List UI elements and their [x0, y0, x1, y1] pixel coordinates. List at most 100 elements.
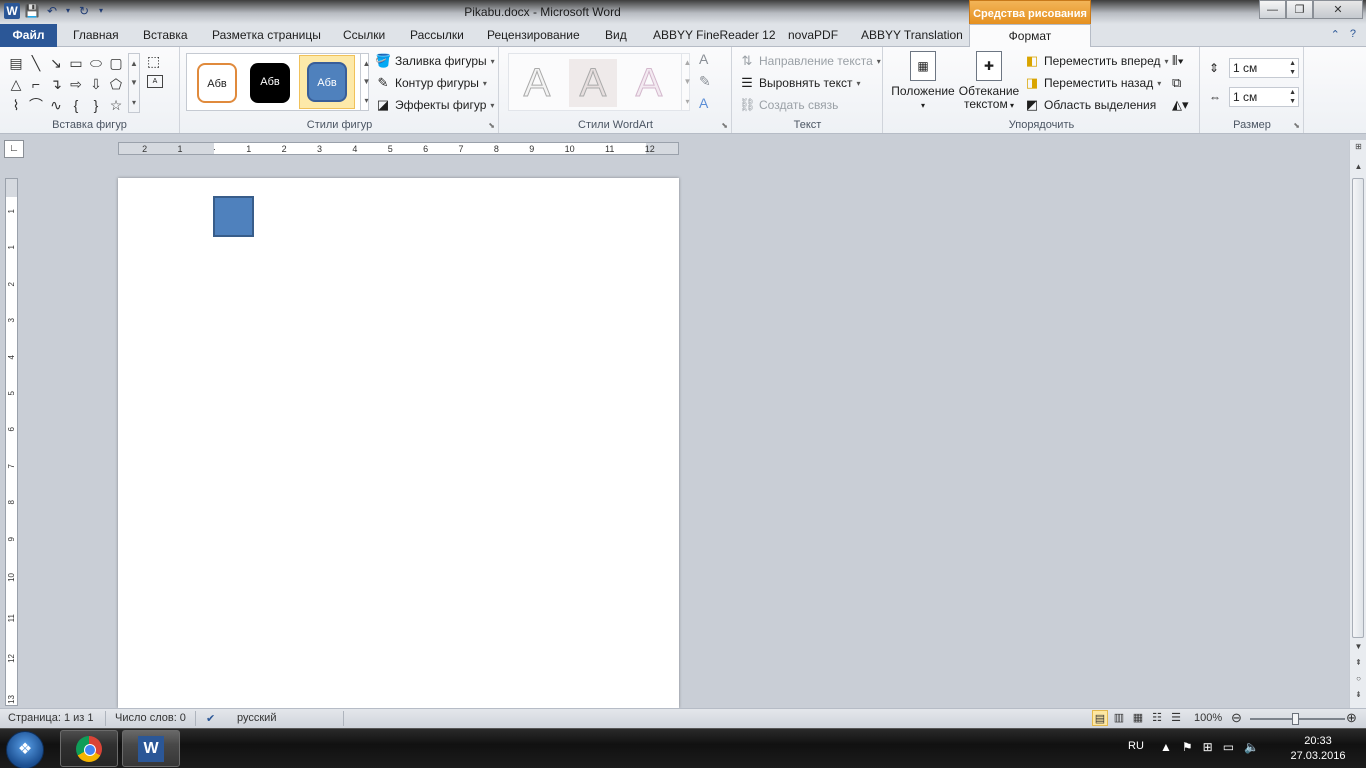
scrollbar-thumb[interactable]: [1352, 178, 1364, 638]
tab-page-layout[interactable]: Разметка страницы: [212, 28, 321, 42]
spinner-icon[interactable]: ▲ ▼: [1289, 88, 1296, 106]
tab-references[interactable]: Ссылки: [343, 28, 385, 42]
draft-view-icon[interactable]: ☰: [1168, 710, 1184, 726]
tab-novapdf[interactable]: novaPDF: [788, 28, 838, 42]
bring-forward-button[interactable]: ◧ Переместить вперед ▾: [1024, 53, 1169, 69]
group-icon[interactable]: ⧉: [1172, 75, 1181, 91]
shape-style-orange-outline[interactable]: Абв: [197, 63, 237, 103]
vertical-ruler[interactable]: 1 1 2 3 4 5 6 7 8 9 10 11 12 13: [5, 178, 18, 706]
tab-home[interactable]: Главная: [73, 28, 119, 42]
tab-insert[interactable]: Вставка: [143, 28, 188, 42]
wordart-style-1[interactable]: A: [513, 59, 561, 107]
shape-outline-button[interactable]: ✎ Контур фигуры ▾: [375, 75, 487, 91]
line-shape-icon[interactable]: ╲: [26, 53, 46, 74]
tab-file[interactable]: Файл: [0, 24, 57, 47]
language[interactable]: русский: [237, 712, 276, 724]
draw-textbox-icon[interactable]: A: [147, 75, 163, 88]
web-layout-icon[interactable]: ▦: [1130, 710, 1146, 726]
wordart-style-3[interactable]: A: [625, 59, 673, 107]
taskbar-word[interactable]: W: [122, 730, 180, 767]
down-arrow-shape-icon[interactable]: ⇩: [86, 74, 106, 95]
tab-selector[interactable]: ∟: [4, 140, 24, 158]
tab-format[interactable]: Формат: [969, 24, 1091, 48]
spinner-icon[interactable]: ▲ ▼: [1289, 59, 1296, 77]
minimize-button[interactable]: —: [1259, 0, 1286, 19]
shape-style-selected[interactable]: Абв: [299, 55, 355, 109]
text-outline-icon[interactable]: ✎: [699, 73, 711, 90]
blue-square-shape[interactable]: [213, 196, 254, 237]
spelling-check-icon[interactable]: ✔: [206, 712, 215, 725]
zoom-out-icon[interactable]: ⊖: [1231, 710, 1242, 726]
text-fill-icon[interactable]: A: [699, 51, 708, 67]
position-button[interactable]: ▦ Положение ▾: [890, 51, 956, 112]
edit-shape-icon[interactable]: ⬚: [147, 53, 160, 70]
vertical-scrollbar[interactable]: ⊞ ▲ ▼ ⇞ ○ ⇟: [1349, 140, 1366, 708]
tab-mailings[interactable]: Рассылки: [410, 28, 464, 42]
elbow-arrow-shape-icon[interactable]: ↴: [46, 74, 66, 95]
view-ruler-icon[interactable]: ⊞: [1352, 142, 1365, 151]
outline-view-icon[interactable]: ☷: [1149, 710, 1165, 726]
align-text-button[interactable]: ☰ Выровнять текст ▾: [739, 75, 860, 91]
taskbar-chrome[interactable]: [60, 730, 118, 767]
shape-height-input[interactable]: 1 см ▲ ▼: [1229, 58, 1299, 78]
textbox-shape-icon[interactable]: ▤: [6, 53, 26, 74]
align-icon[interactable]: ⫴▾: [1172, 53, 1184, 69]
shape-width-input[interactable]: 1 см ▲ ▼: [1229, 87, 1299, 107]
minimize-ribbon-icon[interactable]: ⌃: [1331, 28, 1340, 41]
wrap-text-button[interactable]: ✚ Обтекание текстом ▾: [956, 51, 1022, 112]
tab-view[interactable]: Вид: [605, 28, 627, 42]
zoom-level[interactable]: 100%: [1194, 712, 1222, 724]
selection-pane-button[interactable]: ◩ Область выделения: [1024, 97, 1156, 113]
next-page-icon[interactable]: ⇟: [1352, 690, 1365, 699]
windows-icon[interactable]: ⊞: [1203, 740, 1213, 754]
help-icon[interactable]: ?: [1350, 28, 1356, 41]
shape-effects-button[interactable]: ◪ Эффекты фигур ▾: [375, 97, 495, 113]
dialog-launcher-icon[interactable]: ⬊: [488, 121, 495, 130]
curve-shape-icon[interactable]: ⌒: [26, 95, 46, 116]
text-effects-icon[interactable]: A: [699, 95, 708, 111]
right-arrow-shape-icon[interactable]: ⇨: [66, 74, 86, 95]
rotate-icon[interactable]: ◭▾: [1172, 97, 1189, 113]
wordart-style-2[interactable]: A: [569, 59, 617, 107]
star-shape-icon[interactable]: ☆: [106, 95, 126, 116]
page-count[interactable]: Страница: 1 из 1: [8, 712, 94, 724]
word-count[interactable]: Число слов: 0: [115, 712, 186, 724]
oval-shape-icon[interactable]: ⬭: [86, 53, 106, 74]
tab-abbyy-finereader[interactable]: ABBYY FineReader 12: [653, 28, 776, 42]
document-page[interactable]: [118, 178, 679, 708]
rounded-rectangle-shape-icon[interactable]: ▢: [106, 53, 126, 74]
scroll-down-icon[interactable]: ▼: [1352, 642, 1365, 651]
horizontal-ruler[interactable]: 2 1 · 1 2 3 4 5 6 7 8 9 10 11 12: [118, 142, 679, 155]
scribble-shape-icon[interactable]: ∿: [46, 95, 66, 116]
scroll-up-icon[interactable]: ▲: [1352, 162, 1365, 171]
dialog-launcher-icon[interactable]: ⬊: [1293, 121, 1300, 130]
dialog-launcher-icon[interactable]: ⬊: [721, 121, 728, 130]
send-backward-button[interactable]: ◨ Переместить назад ▾: [1024, 75, 1161, 91]
network-icon[interactable]: ▭: [1223, 740, 1234, 754]
tab-review[interactable]: Рецензирование: [487, 28, 580, 42]
rectangle-shape-icon[interactable]: ▭: [66, 53, 86, 74]
right-brace-shape-icon[interactable]: }: [86, 95, 106, 116]
wordart-gallery-scroll[interactable]: ▲ ▼ ▾: [681, 53, 693, 111]
input-language[interactable]: RU: [1128, 740, 1144, 752]
shape-fill-button[interactable]: 🪣 Заливка фигуры ▾: [375, 53, 495, 69]
elbow-connector-shape-icon[interactable]: ⌐: [26, 74, 46, 95]
restore-button[interactable]: ❐: [1286, 0, 1313, 19]
previous-page-icon[interactable]: ⇞: [1352, 658, 1365, 667]
create-link-button[interactable]: ⛓ Создать связь: [739, 97, 838, 113]
volume-icon[interactable]: 🔈: [1244, 740, 1259, 754]
browse-object-icon[interactable]: ○: [1352, 674, 1365, 683]
text-direction-button[interactable]: ⇅ Направление текста ▾: [739, 53, 881, 69]
start-icon[interactable]: ❖: [6, 731, 44, 768]
arrow-line-shape-icon[interactable]: ↘: [46, 53, 66, 74]
full-screen-reading-icon[interactable]: ▥: [1111, 710, 1127, 726]
action-center-icon[interactable]: ⚑: [1182, 740, 1193, 754]
callout-shape-icon[interactable]: ⬠: [106, 74, 126, 95]
shape-style-black-fill[interactable]: Абв: [250, 63, 290, 103]
print-layout-icon[interactable]: ▤: [1092, 710, 1108, 726]
freeform-shape-icon[interactable]: ⌇: [6, 95, 26, 116]
tab-abbyy-translation[interactable]: ABBYY Translation: [861, 28, 963, 42]
triangle-shape-icon[interactable]: △: [6, 74, 26, 95]
left-brace-shape-icon[interactable]: {: [66, 95, 86, 116]
zoom-slider-thumb[interactable]: [1292, 713, 1299, 725]
